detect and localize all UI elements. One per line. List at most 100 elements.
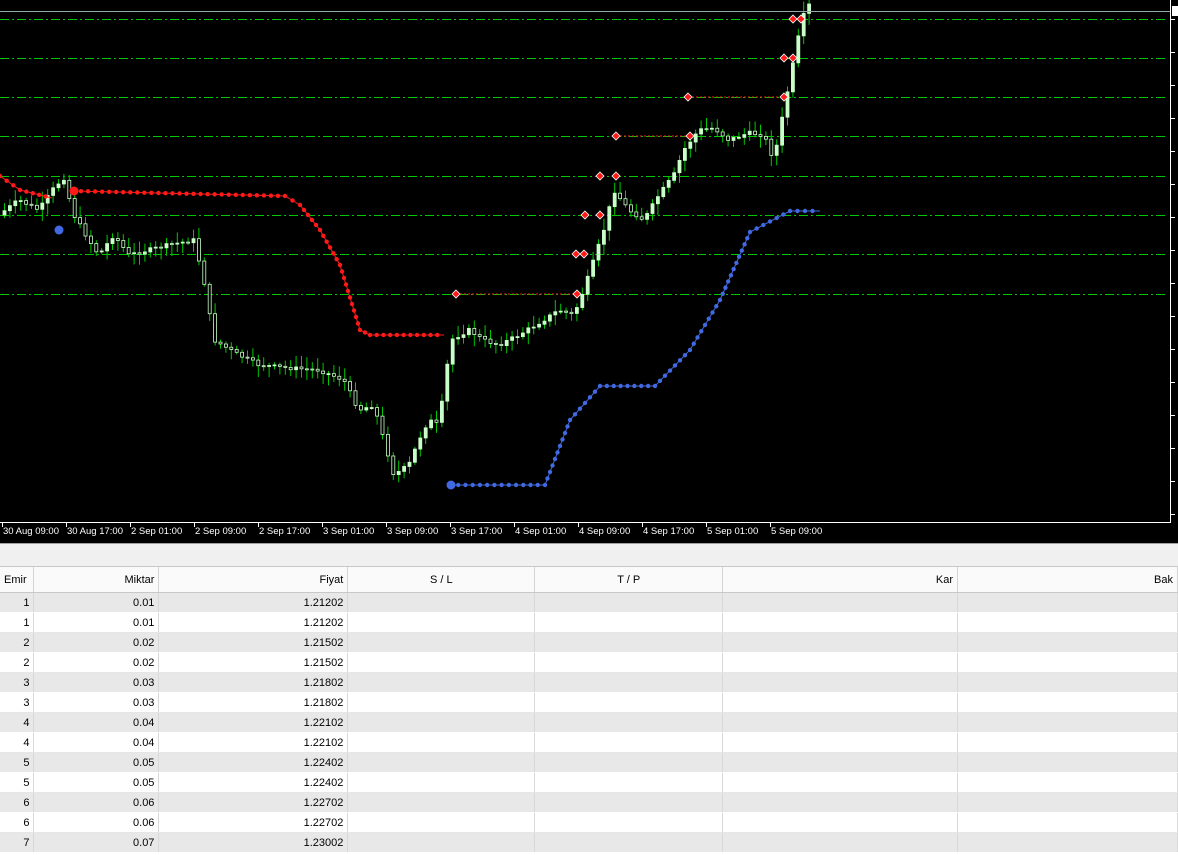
cell-miktar: 0.03 — [33, 692, 160, 713]
order-marker — [595, 210, 605, 220]
candle-body — [499, 343, 504, 346]
table-row[interactable]: 1 0.01 1.21202 — [0, 592, 1178, 613]
lower-line-dot — [456, 482, 461, 488]
candle-body — [720, 131, 725, 137]
cell-bak — [957, 612, 1178, 633]
candle-body — [418, 437, 423, 450]
lower-line-dot — [632, 383, 637, 389]
cell-miktar: 0.02 — [33, 632, 160, 653]
lower-line-dot — [492, 482, 497, 488]
upper-line-dot — [11, 183, 16, 188]
table-row[interactable]: 1 0.01 1.21202 — [0, 612, 1178, 633]
upper-line-dot — [282, 193, 288, 199]
lower-line-dot — [550, 463, 555, 468]
lower-line-dot — [720, 291, 725, 297]
lower-line-dot — [604, 383, 610, 389]
cell-fiyat: 1.21502 — [158, 632, 349, 653]
table-row[interactable]: 5 0.05 1.22402 — [0, 752, 1178, 773]
table-row[interactable]: 3 0.03 1.21802 — [0, 672, 1178, 693]
col-header-emir[interactable]: Emir — [0, 567, 35, 593]
lower-line-dot — [714, 304, 719, 309]
cell-fiyat: 1.21502 — [158, 652, 349, 673]
order-marker — [788, 53, 798, 63]
col-header-fiyat[interactable]: Fiyat — [158, 567, 349, 593]
table-row[interactable]: 4 0.04 1.22102 — [0, 732, 1178, 753]
candle-body — [321, 370, 326, 375]
panel-splitter[interactable] — [0, 543, 1178, 567]
candle-body — [747, 130, 752, 135]
cell-fiyat: 1.21202 — [158, 592, 349, 613]
cell-sl — [347, 792, 536, 813]
upper-line-dot — [357, 327, 363, 333]
candle-body — [24, 200, 29, 205]
lower-line-dot — [470, 482, 475, 488]
upper-line-dot — [142, 190, 147, 195]
table-row[interactable]: 5 0.05 1.22402 — [0, 772, 1178, 793]
lower-line-dot — [754, 226, 759, 231]
table-row[interactable]: 2 0.02 1.21502 — [0, 652, 1178, 673]
cell-fiyat: 1.21202 — [158, 612, 349, 633]
candle-body — [364, 407, 369, 411]
lower-line-dot — [739, 248, 745, 253]
cell-emir: 6 — [0, 812, 35, 833]
candle-body — [261, 365, 266, 368]
candle-body — [629, 204, 633, 213]
upper-line-dot — [321, 233, 326, 239]
table-row[interactable]: 7 0.07 1.23002 — [0, 832, 1178, 853]
cell-miktar: 0.03 — [33, 672, 160, 693]
upper-line-dot — [85, 189, 91, 194]
time-axis-label: 2 Sep 01:00 — [131, 526, 182, 537]
candle-body — [704, 128, 709, 131]
lower-line-dot — [582, 400, 588, 406]
col-header-miktar[interactable]: Miktar — [33, 567, 160, 593]
candle-body — [240, 351, 245, 358]
cell-emir: 2 — [0, 632, 35, 653]
upper-line-dot — [17, 187, 23, 193]
cell-tp — [534, 712, 724, 733]
cell-tp — [534, 612, 724, 633]
cell-sl — [347, 672, 536, 693]
upper-line-dot — [254, 193, 260, 198]
candle-body — [612, 192, 617, 208]
candle-body — [466, 328, 471, 336]
col-header-kar[interactable]: Kar — [722, 567, 959, 593]
table-row[interactable]: 4 0.04 1.22102 — [0, 712, 1178, 733]
candle-body — [196, 238, 201, 262]
candle-body — [672, 172, 676, 181]
candle-body — [159, 246, 164, 249]
candle-body — [272, 364, 277, 367]
col-header-tp[interactable]: T / P — [534, 567, 724, 593]
cell-kar — [722, 592, 959, 613]
candle-body — [758, 134, 763, 137]
table-row[interactable]: 2 0.02 1.21502 — [0, 632, 1178, 653]
candle-body — [315, 368, 320, 372]
cell-tp — [534, 812, 724, 833]
candle-body — [731, 137, 736, 141]
candle-body — [121, 240, 126, 248]
cell-kar — [722, 692, 959, 713]
col-header-sl[interactable]: S / L — [347, 567, 536, 593]
cell-sl — [347, 752, 536, 773]
lower-line-dot — [560, 437, 565, 442]
chart-canvas[interactable]: 30 Aug 09:00 30 Aug 17:00 2 Sep 01:00 2 Sep… — [0, 0, 1178, 543]
candle-body — [40, 202, 45, 210]
lower-line-dot — [499, 482, 504, 488]
lower-line-dot — [810, 208, 815, 214]
candle-body — [353, 390, 358, 406]
col-header-bak[interactable]: Bak — [957, 567, 1178, 593]
table-row[interactable]: 6 0.06 1.22702 — [0, 792, 1178, 813]
lower-line-dot — [611, 383, 616, 389]
lower-line-dot — [477, 482, 483, 488]
candle-body — [385, 433, 390, 457]
candle-body — [434, 419, 439, 423]
table-row[interactable]: 3 0.03 1.21802 — [0, 692, 1178, 713]
upper-line-dot — [212, 192, 217, 197]
candle-body — [710, 127, 714, 130]
lower-line-dot — [736, 254, 742, 259]
candle-body — [277, 364, 282, 367]
cell-kar — [722, 612, 959, 633]
lower-line-start — [54, 225, 64, 235]
price-chart[interactable]: 30 Aug 09:00 30 Aug 17:00 2 Sep 01:00 2 Sep… — [0, 0, 1178, 543]
table-row[interactable]: 6 0.06 1.22702 — [0, 812, 1178, 833]
candle-body — [304, 368, 309, 371]
